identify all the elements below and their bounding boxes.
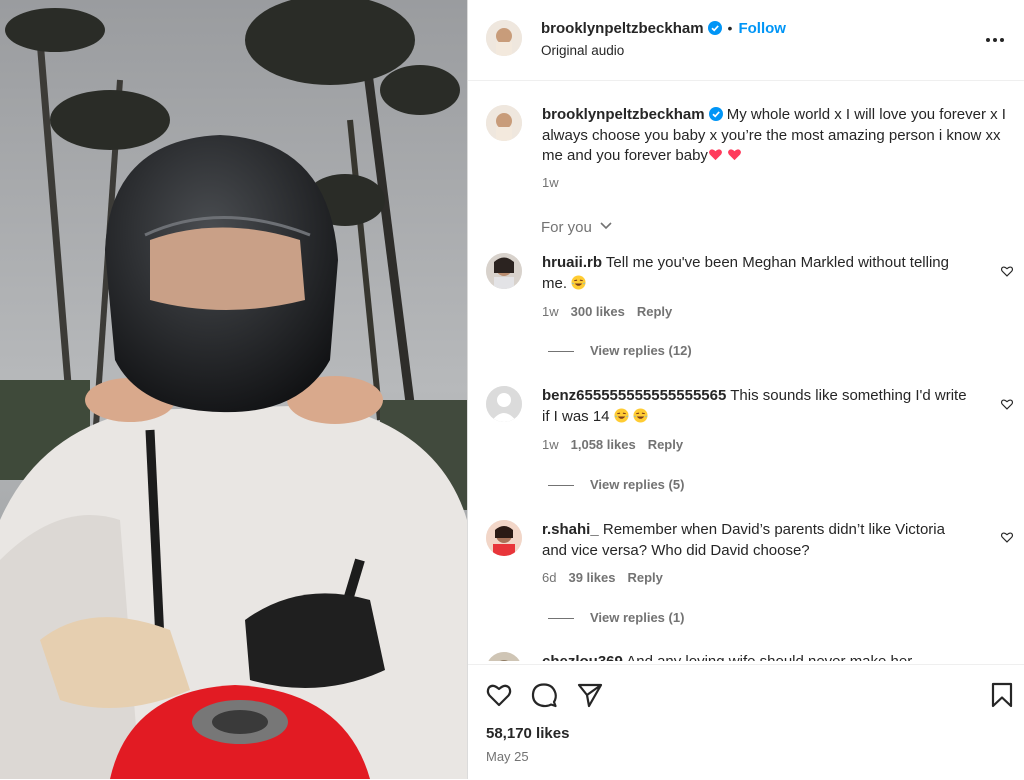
like-comment-heart-icon[interactable] [1000,397,1014,411]
comment-bubble-icon[interactable] [530,681,558,709]
comment-text: And any loving wife should never make he… [626,653,912,661]
reply-button[interactable]: Reply [648,437,683,452]
view-replies-label: View replies (5) [590,477,685,492]
comment-text-block: r.shahi_ Remember when David’s parents d… [542,520,967,561]
comment-time: 1w [542,437,559,452]
like-comment-heart-icon[interactable] [1000,264,1014,278]
view-replies-label: View replies (1) [590,610,685,625]
comment-text-block: chezlou369 And any loving wife should ne… [542,652,967,661]
reply-button[interactable]: Reply [637,304,672,319]
separator-dot: • [727,20,733,36]
author-username[interactable]: brooklynpeltzbeckham [541,20,704,37]
commenter-avatar[interactable] [486,652,522,661]
save-bookmark-icon[interactable] [988,681,1016,709]
comment-username[interactable]: r.shahi_ [542,521,599,538]
caption-username[interactable]: brooklynpeltzbeckham [542,106,705,123]
heart-emoji-icon [728,149,742,161]
comment-likes[interactable]: 39 likes [568,570,615,585]
comment-meta: 1w 1,058 likes Reply [542,437,683,452]
original-audio-link[interactable]: Original audio [541,43,624,58]
comment-username[interactable]: hruaii.rb [542,254,602,271]
laughing-emoji-icon [633,407,648,423]
view-replies-button[interactable]: View replies (12) [548,343,692,358]
commenter-avatar[interactable] [486,520,522,556]
comment-username[interactable]: chezlou369 [542,653,623,661]
comment-meta: 6d 39 likes Reply [542,570,663,585]
post-likes-count[interactable]: 58,170 likes [486,725,569,742]
author-line: brooklynpeltzbeckham • Follow [541,20,786,38]
reply-button[interactable]: Reply [627,570,662,585]
for-you-label: For you [541,219,592,236]
more-horizontal-icon[interactable] [980,26,1010,50]
heart-emoji-icon [708,149,722,161]
like-heart-icon[interactable] [485,681,513,709]
author-avatar[interactable] [486,20,522,56]
comment-text-block: hruaii.rb Tell me you've been Meghan Mar… [542,253,967,294]
comment-time: 6d [542,570,557,585]
for-you-filter[interactable]: For you [541,219,613,236]
laughing-emoji-icon [614,407,629,423]
caption-avatar[interactable] [486,105,522,141]
comment-text: Tell me you've been Meghan Markled witho… [542,254,949,292]
post-header: brooklynpeltzbeckham • Follow Original aud… [468,0,1024,81]
view-replies-label: View replies (12) [590,343,692,358]
caption-text-block: brooklynpeltzbeckham My whole world x I … [542,105,1012,167]
commenter-avatar[interactable] [486,253,522,289]
share-paper-plane-icon[interactable] [576,681,604,709]
verified-badge-icon [708,107,723,121]
post-media[interactable] [0,0,467,779]
post-details-panel: brooklynpeltzbeckham • Follow Original aud… [467,0,1024,779]
comment-likes[interactable]: 300 likes [571,304,625,319]
comment-username[interactable]: benz655555555555555565 [542,387,726,404]
comment-text-block: benz655555555555555565 This sounds like … [542,386,967,427]
laughing-emoji-icon [571,274,586,290]
view-replies-button[interactable]: View replies (1) [548,610,684,625]
view-replies-button[interactable]: View replies (5) [548,477,684,492]
like-comment-heart-icon[interactable] [1000,530,1014,544]
caption-time: 1w [542,175,559,190]
comment-likes[interactable]: 1,058 likes [571,437,636,452]
comment-time: 1w [542,304,559,319]
post-date: May 25 [486,749,529,764]
comment-text: Remember when David’s parents didn’t lik… [542,521,945,559]
comment-meta: 1w 300 likes Reply [542,304,672,319]
verified-badge-icon [707,21,722,35]
follow-button[interactable]: Follow [738,20,786,37]
post-photo [0,0,467,779]
comments-list[interactable]: brooklynpeltzbeckham My whole world x I … [468,81,1024,661]
chevron-down-icon [600,222,612,230]
commenter-avatar[interactable] [486,386,522,422]
post-actions: 58,170 likes May 25 [468,664,1024,780]
